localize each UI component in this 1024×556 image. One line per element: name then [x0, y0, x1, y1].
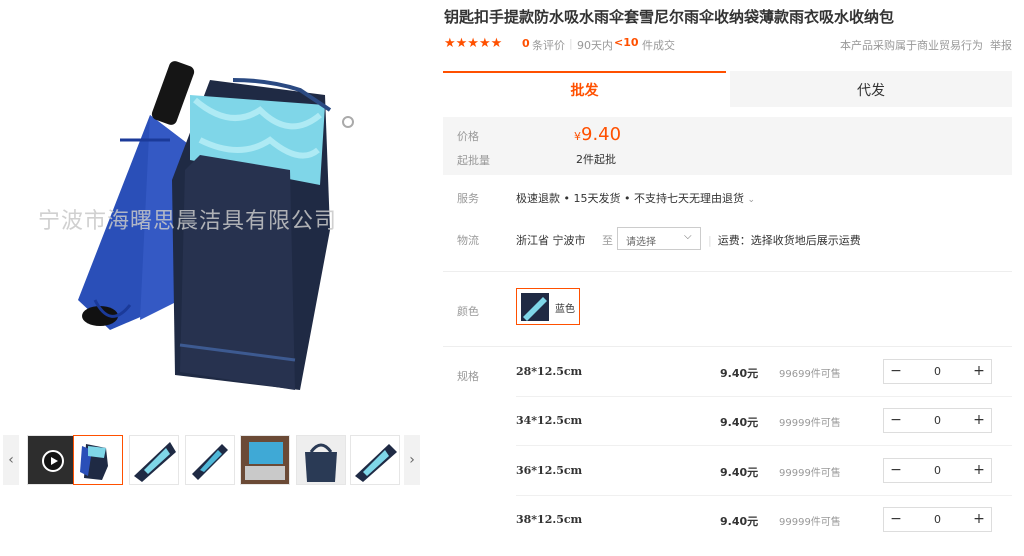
pouch-illustration — [172, 78, 354, 390]
quantity-stepper: − 0 + — [883, 359, 992, 384]
spec-row: 34*12.5cm 9.40元 99999件可售 − 0 + — [443, 396, 1012, 446]
spec-size: 28*12.5cm — [516, 365, 583, 378]
spec-price: 9.40元 — [720, 466, 759, 479]
decrement-button[interactable]: − — [884, 508, 908, 531]
chevron-right-icon: › — [409, 452, 415, 468]
thumbnail-5[interactable] — [296, 435, 346, 485]
spec-price: 9.40元 — [720, 367, 759, 380]
thumbnail-2[interactable] — [129, 435, 179, 485]
thumbnail-4[interactable] — [240, 435, 290, 485]
rating-stars-icon: ★★★★★ — [444, 36, 503, 51]
thumbnail-video[interactable] — [27, 435, 77, 485]
price-value: ¥9.40 — [574, 124, 621, 145]
deal-count: <10 — [614, 36, 639, 49]
spec-size: 38*12.5cm — [516, 513, 583, 526]
color-swatch-image — [521, 293, 549, 321]
spec-size: 34*12.5cm — [516, 414, 583, 427]
spec-row: 36*12.5cm 9.40元 99999件可售 − 0 + — [443, 446, 1012, 496]
to-text: 至 — [602, 234, 613, 247]
deal-prefix: 90天内 — [577, 39, 613, 52]
service-terms[interactable]: 极速退款 • 15天发货 • 不支持七天无理由退货 ⌄ — [516, 190, 755, 206]
quantity-input[interactable]: 0 — [908, 459, 967, 482]
shipping-separator: | — [708, 234, 712, 247]
thumbnail-next-button[interactable]: › — [404, 435, 420, 485]
report-link[interactable]: 举报 — [990, 37, 1012, 53]
review-count[interactable]: 0 — [522, 37, 530, 50]
service-label: 服务 — [457, 192, 479, 205]
color-option-label: 蓝色 — [555, 304, 575, 315]
thumbnail-prev-button[interactable]: ‹ — [3, 435, 19, 485]
logistics-origin: 浙江省 宁波市 至 — [516, 232, 613, 248]
decrement-button[interactable]: − — [884, 459, 908, 482]
purchase-notice: 本产品采购属于商业贸易行为 — [840, 39, 983, 52]
currency-symbol: ¥ — [574, 130, 581, 143]
color-option-blue[interactable]: 蓝色 — [516, 288, 580, 325]
spec-stock: 99999件可售 — [779, 418, 841, 429]
watermark-text: 宁波市海曙思晨洁具有限公司 — [38, 209, 338, 234]
spec-row: 28*12.5cm 9.40元 99699件可售 − 0 + — [443, 347, 1012, 397]
thumbnail-6[interactable] — [350, 435, 400, 485]
shipping-fee: | 运费：选择收货地后展示运费 — [708, 232, 861, 248]
quantity-stepper: − 0 + — [883, 458, 992, 483]
purchase-mode-tabs: 批发 代发 — [443, 71, 1012, 107]
destination-placeholder: 请选择 — [626, 237, 656, 248]
divider — [443, 271, 1012, 272]
decrement-button[interactable]: − — [884, 360, 908, 383]
main-product-image[interactable]: 宁波市海曙思晨洁具有限公司 — [0, 0, 425, 425]
product-meta: ★★★★★ 0 条评价 | 90天内 <10 件成交 本产品采购属于商业贸易行为… — [444, 36, 1012, 52]
thumbnail-1[interactable] — [73, 435, 123, 485]
deal-label: 件成交 — [642, 39, 675, 52]
increment-button[interactable]: + — [967, 409, 991, 432]
increment-button[interactable]: + — [967, 508, 991, 531]
spec-price: 9.40元 — [720, 515, 759, 528]
spec-stock: 99699件可售 — [779, 369, 841, 380]
thumbnail-3[interactable] — [185, 435, 235, 485]
quantity-input[interactable]: 0 — [908, 409, 967, 432]
price-panel: 价格 ¥9.40 起批量 2件起批 — [443, 117, 1012, 175]
quantity-input[interactable]: 0 — [908, 360, 967, 383]
chevron-down-icon: ⌵ — [684, 231, 692, 242]
decrement-button[interactable]: − — [884, 409, 908, 432]
quantity-stepper: − 0 + — [883, 408, 992, 433]
tab-dropship[interactable]: 代发 — [730, 71, 1012, 107]
price-label: 价格 — [457, 130, 479, 143]
increment-button[interactable]: + — [967, 360, 991, 383]
spec-price: 9.40元 — [720, 416, 759, 429]
chevron-left-icon: ‹ — [8, 452, 14, 468]
shipping-text: 运费：选择收货地后展示运费 — [717, 234, 861, 247]
quantity-input[interactable]: 0 — [908, 508, 967, 531]
price-number: 9.40 — [581, 124, 622, 145]
spec-row: 38*12.5cm 9.40元 99999件可售 − 0 + — [443, 495, 1012, 545]
chevron-down-icon: ⌄ — [747, 195, 756, 205]
spec-size: 36*12.5cm — [516, 464, 583, 477]
play-icon — [42, 450, 64, 472]
product-title: 钥匙扣手提款防水吸水雨伞套雪尼尔雨伞收纳袋薄款雨衣吸水收纳包 — [444, 8, 895, 26]
thumbnail-strip: ‹ › — [0, 434, 425, 488]
color-label: 颜色 — [457, 305, 479, 318]
increment-button[interactable]: + — [967, 459, 991, 482]
destination-select[interactable]: 请选择 ⌵ — [617, 227, 701, 250]
service-text: 极速退款 • 15天发货 • 不支持七天无理由退货 — [516, 192, 744, 205]
origin-text: 浙江省 宁波市 — [516, 234, 586, 247]
logistics-label: 物流 — [457, 234, 479, 247]
moq-label: 起批量 — [457, 154, 490, 167]
tab-wholesale[interactable]: 批发 — [443, 71, 726, 107]
spec-stock: 99999件可售 — [779, 517, 841, 528]
spec-stock: 99999件可售 — [779, 468, 841, 479]
moq-value: 2件起批 — [576, 153, 616, 166]
review-label[interactable]: 条评价 — [532, 37, 565, 53]
meta-separator: | — [569, 37, 573, 50]
quantity-stepper: − 0 + — [883, 507, 992, 532]
